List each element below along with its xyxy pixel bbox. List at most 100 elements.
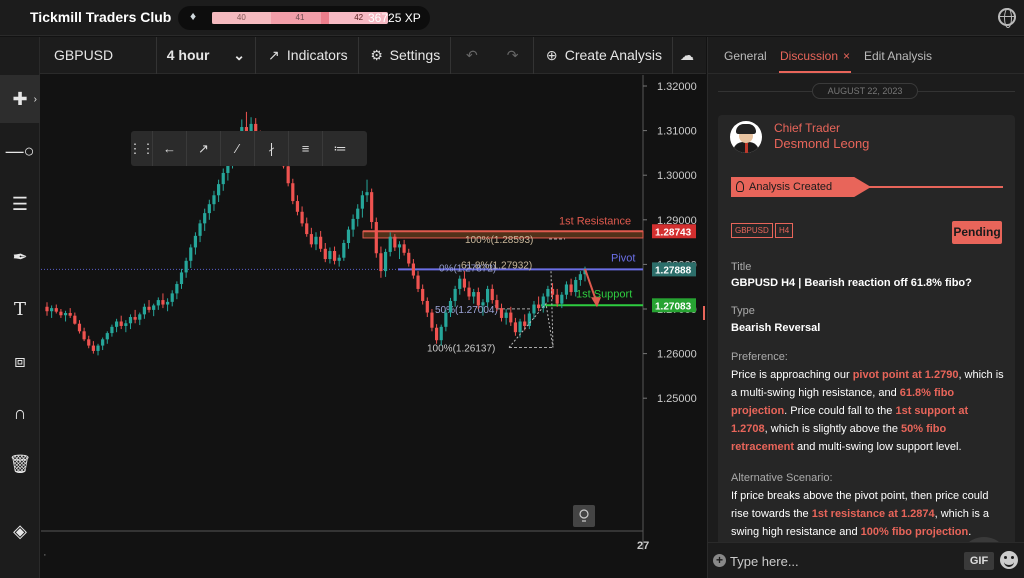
time-axis-dot: ·	[43, 549, 47, 561]
timeframe-tag: H4	[775, 223, 794, 238]
settings-button[interactable]: ⚙ Settings	[359, 36, 452, 74]
pattern-tool[interactable]: ⧈	[0, 337, 40, 385]
divider	[718, 91, 812, 92]
candle-body	[351, 218, 355, 230]
horizontal-line-button[interactable]: ←	[153, 131, 187, 166]
trend-line-icon: ∕	[236, 141, 239, 156]
author-name[interactable]: Desmond Leong	[774, 136, 869, 151]
interval-selector[interactable]: 4 hour ⌄	[157, 36, 256, 74]
floating-drawing-toolbar: ⋮⋮ ← ↗ ∕ ∤ ≡ ≔	[129, 131, 367, 166]
preference-text: Price is approaching our pivot point at …	[731, 369, 1004, 453]
gear-icon: ⚙	[370, 46, 383, 63]
banner-label: Analysis Created	[749, 181, 833, 193]
date-separator: AUGUST 22, 2023	[812, 83, 918, 99]
close-icon[interactable]: ×	[843, 49, 850, 63]
banner-line	[868, 186, 1003, 188]
extended-line-button[interactable]: ∤	[255, 131, 289, 166]
candle-body	[499, 308, 504, 318]
candle-body	[388, 236, 392, 252]
fib-0-label: 0%(1.27872)	[439, 263, 496, 274]
candle-body	[495, 300, 499, 309]
support-label: 1st Support	[576, 288, 632, 300]
parallel-channel-button[interactable]: ≡	[289, 131, 323, 166]
candle-body	[569, 284, 573, 293]
trend-line-button[interactable]: ∕	[221, 131, 255, 166]
undo-button[interactable]: ↶	[451, 37, 492, 74]
ray-button[interactable]: ↗	[187, 131, 221, 166]
price-tick-label: 1.31000	[657, 126, 697, 138]
candle-body	[207, 204, 211, 214]
candle-body	[458, 278, 462, 289]
text-tool[interactable]: T	[0, 285, 40, 333]
candle-body	[518, 321, 522, 333]
app-title: Tickmill Traders Club	[30, 9, 172, 25]
layers-tool[interactable]: ◈	[0, 507, 40, 555]
redo-button[interactable]: ↷	[492, 36, 534, 74]
tab-discussion[interactable]: Discussion ×	[780, 49, 850, 63]
symbol-tag: GBPUSD	[731, 223, 773, 238]
horizontal-line-icon: ←	[163, 141, 176, 156]
candle-body	[50, 308, 54, 312]
fib-channel-icon: ≔	[333, 140, 347, 156]
upload-button[interactable]: ☁	[673, 37, 706, 74]
language-globe-icon[interactable]	[998, 8, 1016, 28]
alternative-label: Alternative Scenario:	[731, 472, 833, 484]
drag-handle-icon[interactable]: ⋮⋮	[129, 131, 155, 166]
candle-body	[397, 244, 402, 248]
candle-body	[346, 229, 351, 243]
candle-body	[198, 223, 202, 236]
candle-body	[393, 236, 397, 248]
magnet-icon: ∩	[13, 402, 27, 423]
candle-body	[96, 345, 100, 351]
trend-line-tool[interactable]: —○	[0, 127, 40, 175]
resistance-label: 1st Resistance	[559, 215, 631, 227]
interval-label: 4 hour	[166, 47, 210, 63]
candle-body	[189, 247, 193, 261]
brush-tool[interactable]: ✒	[0, 233, 40, 281]
candle-body	[170, 293, 174, 302]
candle-body	[374, 222, 378, 254]
top-bar: Tickmill Traders Club ♦ 40 41 42 36725 X…	[0, 0, 1024, 36]
candle-body	[337, 257, 341, 261]
emoji-icon[interactable]	[1000, 551, 1018, 569]
analysis-panel: General Discussion × Edit Analysis AUGUST…	[707, 37, 1024, 578]
tab-discussion-label: Discussion	[780, 49, 839, 63]
candle-body	[356, 208, 360, 219]
candle-body	[462, 278, 467, 288]
gif-button[interactable]: GIF	[964, 552, 994, 570]
price-tick-label: 1.25000	[657, 393, 697, 405]
symbol-selector[interactable]: GBPUSD	[40, 36, 157, 74]
plus-circle-icon: ⊕	[545, 46, 558, 63]
analysis-card: Chief Trader Desmond Leong Analysis Crea…	[718, 115, 1015, 578]
ray-icon: ↗	[198, 140, 209, 156]
candle-body	[342, 242, 346, 258]
candle-body	[175, 284, 179, 294]
tab-general[interactable]: General	[724, 49, 767, 63]
candle-body	[87, 339, 91, 346]
delete-tool[interactable]: 🗑	[0, 440, 40, 488]
attach-plus-icon[interactable]: +	[713, 554, 726, 567]
message-input[interactable]	[730, 551, 955, 571]
lightbulb-button[interactable]	[573, 505, 595, 527]
fib-channel-button[interactable]: ≔	[323, 131, 357, 166]
indicators-label: Indicators	[286, 47, 348, 63]
candle-body	[481, 302, 485, 306]
tab-edit-analysis[interactable]: Edit Analysis	[864, 49, 932, 63]
indicators-button[interactable]: ↗ Indicators	[256, 36, 359, 74]
candle-body	[77, 323, 82, 332]
avatar	[730, 121, 762, 153]
candle-body	[444, 312, 448, 327]
create-analysis-button[interactable]: ⊕ Create Analysis	[534, 36, 673, 74]
candle-body	[286, 166, 290, 184]
fib-tool[interactable]: ☰	[0, 180, 40, 228]
resistance-price-tag: 1.28743	[655, 227, 692, 238]
candle-body	[402, 244, 406, 253]
candle-body	[407, 252, 411, 264]
candle-body	[138, 314, 142, 320]
drawing-tools-sidebar: ✚ › —○ ☰ ✒ T ⧈ ∩ 🗑 ◈	[0, 37, 40, 578]
title-label: Title	[731, 261, 752, 273]
candle-body	[305, 223, 309, 235]
magnet-tool[interactable]: ∩	[0, 389, 40, 437]
crosshair-tool[interactable]: ✚ ›	[0, 75, 40, 123]
alternative-text: If price breaks above the pivot point, t…	[731, 490, 990, 538]
